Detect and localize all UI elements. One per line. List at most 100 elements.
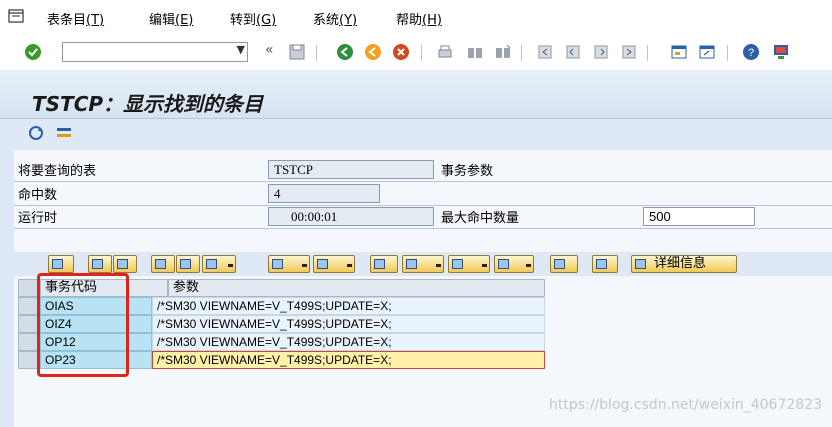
detail-info-label: 详细信息 <box>654 256 707 271</box>
runtime-field[interactable]: 00:00:01 <box>268 207 434 226</box>
toolbar-separator <box>647 45 648 61</box>
dropdown-arrow-icon <box>228 264 233 267</box>
page-title: TSTCP：显示找到的条目 <box>32 92 264 116</box>
help-icon[interactable]: ? <box>742 43 760 61</box>
toolbar-separator <box>421 45 422 61</box>
find-next-icon[interactable] <box>494 43 512 61</box>
first-page-icon[interactable] <box>536 43 554 61</box>
runtime-label: 运行时 <box>18 211 58 226</box>
param-cell[interactable]: /*SM30 VIEWNAME=V_T499S;UPDATE=X; <box>152 333 545 351</box>
menu-edit[interactable]: 编辑(E) <box>149 9 193 28</box>
svg-text:?: ? <box>748 47 754 59</box>
menu-key: (H) <box>422 13 442 28</box>
find-next-button[interactable] <box>176 255 200 273</box>
back-icon[interactable] <box>336 43 354 61</box>
application-toolbar <box>0 119 832 149</box>
export-icon <box>452 259 463 269</box>
last-page-icon[interactable] <box>620 43 638 61</box>
hits-count-field[interactable]: 4 <box>268 184 380 203</box>
refresh-icon[interactable] <box>27 124 45 142</box>
menu-key: (T) <box>86 13 105 28</box>
find-button[interactable] <box>151 255 175 273</box>
print-preview-button[interactable] <box>370 255 398 273</box>
toolbar-separator <box>521 45 522 61</box>
info-button[interactable] <box>592 255 618 273</box>
sort-ascending-button[interactable] <box>88 255 112 273</box>
print-icon[interactable] <box>436 43 454 61</box>
binoculars-icon <box>155 259 166 269</box>
settings-icon[interactable] <box>55 124 73 142</box>
detail-info-button[interactable]: 详细信息 <box>631 255 737 273</box>
menu-help[interactable]: 帮助(H) <box>396 9 442 28</box>
menu-system[interactable]: 系统(Y) <box>313 9 357 28</box>
table-description: 事务参数 <box>441 164 494 179</box>
divider <box>14 181 832 182</box>
menu-table-entry[interactable]: 表条目(T) <box>47 9 104 28</box>
menu-key: (E) <box>175 13 194 28</box>
toolbar-separator <box>727 45 728 61</box>
export-button[interactable] <box>448 255 490 273</box>
filter-button[interactable] <box>202 255 236 273</box>
create-session-icon[interactable] <box>670 43 688 61</box>
exit-icon[interactable] <box>364 43 382 61</box>
views-button[interactable] <box>402 255 444 273</box>
table-name-field[interactable]: TSTCP <box>268 160 434 179</box>
dropdown-arrow-icon <box>436 264 441 267</box>
column-header-param[interactable]: 参数 <box>168 279 545 297</box>
shortcut-icon[interactable] <box>698 43 716 61</box>
menu-key: (Y) <box>339 13 358 28</box>
print-preview-icon <box>374 259 385 269</box>
watermark: https://blog.csdn.net/weixin_40672823 <box>548 397 822 413</box>
subtotal-button[interactable] <box>313 255 355 273</box>
previous-page-icon[interactable] <box>564 43 582 61</box>
menu-bar: 表条目(T) 编辑(E) 转到(G) 系统(Y) 帮助(H) <box>0 0 832 34</box>
menu-label: 转到 <box>230 13 257 28</box>
param-cell[interactable]: /*SM30 VIEWNAME=V_T499S;UPDATE=X; <box>152 297 545 315</box>
sort-asc-icon <box>92 259 103 269</box>
subtotal-icon <box>317 259 328 269</box>
layout-button[interactable] <box>494 255 534 273</box>
enter-check-icon[interactable] <box>24 43 42 61</box>
dropdown-arrow-icon <box>526 264 531 267</box>
highlight-annotation <box>37 273 129 377</box>
menu-label: 编辑 <box>149 13 176 28</box>
find-icon[interactable] <box>466 43 484 61</box>
customize-layout-icon[interactable] <box>772 43 790 61</box>
collapse-icon[interactable]: « <box>265 42 274 58</box>
filter-icon <box>206 259 217 269</box>
param-cell-selected[interactable]: /*SM30 VIEWNAME=V_T499S;UPDATE=X; <box>152 351 545 369</box>
graphic-button[interactable] <box>550 255 578 273</box>
menu-goto[interactable]: 转到(G) <box>230 9 276 28</box>
divider <box>14 228 832 229</box>
info-icon <box>596 259 607 269</box>
dropdown-arrow-icon <box>482 264 487 267</box>
cancel-icon[interactable] <box>392 43 410 61</box>
max-hits-label: 最大命中数量 <box>441 211 520 226</box>
menu-label: 帮助 <box>396 13 423 28</box>
dropdown-arrow-icon[interactable]: ▼ <box>237 43 245 56</box>
next-page-icon[interactable] <box>592 43 610 61</box>
toolbar-separator <box>316 45 317 61</box>
param-cell[interactable]: /*SM30 VIEWNAME=V_T499S;UPDATE=X; <box>152 315 545 333</box>
total-button[interactable] <box>268 255 310 273</box>
menu-label: 系统 <box>313 13 340 28</box>
layout-grid-icon <box>498 259 509 269</box>
binoculars-next-icon <box>180 259 191 269</box>
sort-desc-icon <box>117 259 128 269</box>
max-hits-field[interactable]: 500 <box>643 207 755 226</box>
sort-descending-button[interactable] <box>113 255 137 273</box>
magnifier-icon <box>52 259 63 269</box>
chart-icon <box>554 259 565 269</box>
menu-key: (G) <box>256 13 277 28</box>
sum-icon <box>272 259 283 269</box>
table-label: 将要查询的表 <box>18 164 97 179</box>
menu-label: 表条目 <box>47 13 87 28</box>
details-button[interactable] <box>48 255 74 273</box>
save-icon[interactable] <box>288 43 306 61</box>
divider <box>14 205 832 206</box>
window-menu-icon[interactable] <box>8 9 24 23</box>
views-icon <box>406 259 417 269</box>
dropdown-arrow-icon <box>302 264 307 267</box>
command-field[interactable]: ▼ <box>62 42 248 62</box>
system-toolbar: ▼ « ? <box>0 34 832 71</box>
